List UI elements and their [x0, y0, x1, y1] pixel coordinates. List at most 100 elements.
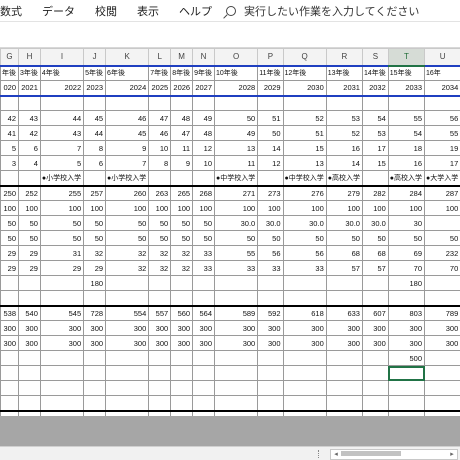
cell[interactable]: 5年後 — [83, 64, 107, 81]
cell[interactable]: 16 — [387, 155, 426, 171]
cell[interactable]: 48 — [170, 110, 194, 126]
cell[interactable]: 54 — [387, 125, 426, 141]
cell[interactable] — [170, 380, 194, 396]
cell[interactable]: 5 — [39, 155, 85, 171]
cell[interactable] — [105, 350, 150, 366]
cell[interactable] — [387, 365, 426, 381]
column-header[interactable]: N — [192, 48, 215, 66]
cell[interactable]: 260 — [105, 184, 150, 201]
cell[interactable]: 14 — [325, 155, 363, 171]
cell[interactable]: ●中学校入学 — [282, 170, 327, 186]
horizontal-scrollbar[interactable]: ◂ ▸ — [330, 449, 458, 460]
cell[interactable] — [39, 380, 85, 396]
cell[interactable]: 17 — [424, 155, 460, 171]
cell[interactable]: 47 — [148, 110, 172, 126]
cell[interactable]: 607 — [361, 305, 389, 321]
tab-split-handle[interactable] — [318, 450, 321, 458]
cell[interactable]: 100 — [83, 200, 107, 216]
cell[interactable]: 250 — [0, 184, 19, 201]
cell[interactable] — [325, 380, 363, 396]
cell[interactable] — [282, 350, 327, 366]
cell[interactable] — [282, 95, 327, 111]
cell[interactable]: 232 — [424, 245, 460, 261]
cell[interactable]: 300 — [83, 320, 107, 336]
cell[interactable]: 265 — [170, 184, 194, 201]
cell[interactable] — [213, 365, 259, 381]
column-header[interactable]: P — [257, 48, 284, 66]
cell[interactable]: ●小学校入学 — [39, 170, 85, 186]
cell[interactable] — [213, 380, 259, 396]
tell-me-search[interactable]: 実行したい作業を入力してください — [226, 3, 419, 19]
cell[interactable]: 68 — [361, 245, 389, 261]
tab-data[interactable]: データ — [32, 3, 85, 19]
cell[interactable]: 51 — [257, 110, 284, 126]
cell[interactable] — [361, 275, 389, 291]
cell[interactable]: 538 — [0, 305, 19, 321]
cell[interactable] — [0, 365, 19, 381]
cell[interactable]: 300 — [39, 335, 85, 351]
cell[interactable]: 29 — [39, 260, 85, 276]
cell[interactable]: 300 — [387, 335, 426, 351]
cell[interactable] — [424, 380, 460, 396]
cell[interactable]: 14年後 — [361, 64, 389, 81]
cell[interactable] — [257, 365, 284, 381]
cell[interactable]: 6 — [83, 155, 107, 171]
cell[interactable]: 271 — [213, 184, 259, 201]
cell[interactable]: 41 — [0, 125, 19, 141]
cell[interactable]: 279 — [325, 184, 363, 201]
cell[interactable]: 32 — [83, 245, 107, 261]
cell[interactable] — [213, 395, 259, 412]
cell[interactable] — [148, 95, 172, 111]
cell[interactable]: 16年 — [424, 64, 460, 81]
cell[interactable]: 2025 — [148, 80, 172, 97]
cell[interactable] — [257, 350, 284, 366]
cell[interactable]: 46 — [105, 110, 150, 126]
cell[interactable] — [170, 275, 194, 291]
cell[interactable] — [387, 290, 426, 307]
cell[interactable]: 100 — [361, 200, 389, 216]
column-header[interactable]: M — [170, 48, 194, 66]
cell[interactable] — [257, 275, 284, 291]
cell[interactable]: 255 — [39, 184, 85, 201]
cell[interactable]: 2026 — [170, 80, 194, 97]
cell[interactable]: 30 — [387, 215, 426, 231]
cell[interactable]: 57 — [325, 260, 363, 276]
column-header[interactable]: G — [0, 48, 19, 66]
cell[interactable]: 15 — [282, 140, 327, 156]
cell[interactable]: 50 — [0, 230, 19, 246]
cell[interactable]: 7年後 — [148, 64, 172, 81]
cell[interactable]: 3年後 — [18, 64, 41, 81]
cell[interactable]: 6年後 — [105, 64, 150, 81]
cell[interactable]: 4年後 — [39, 64, 85, 81]
cell[interactable]: 29 — [18, 260, 41, 276]
column-header[interactable]: T — [387, 48, 426, 67]
cell[interactable]: 50 — [170, 215, 194, 231]
cell[interactable]: 29 — [83, 260, 107, 276]
cell[interactable]: 300 — [325, 320, 363, 336]
cell[interactable] — [282, 395, 327, 412]
cell[interactable] — [105, 290, 150, 307]
cell[interactable]: 300 — [424, 320, 460, 336]
cell[interactable]: 50 — [424, 230, 460, 246]
cell[interactable]: 100 — [192, 200, 215, 216]
cell[interactable] — [105, 275, 150, 291]
cell[interactable]: 49 — [213, 125, 259, 141]
cell[interactable]: 7 — [39, 140, 85, 156]
cell[interactable] — [148, 290, 172, 307]
cell[interactable]: 2031 — [325, 80, 363, 97]
cell[interactable]: 18 — [387, 140, 426, 156]
cell[interactable]: 44 — [39, 110, 85, 126]
tab-view[interactable]: 表示 — [127, 3, 169, 19]
cell[interactable] — [257, 170, 284, 186]
cell[interactable]: 2030 — [282, 80, 327, 97]
cell[interactable] — [361, 350, 389, 366]
cell[interactable] — [282, 380, 327, 396]
cell[interactable]: 50 — [213, 110, 259, 126]
cell[interactable] — [192, 380, 215, 396]
cell[interactable] — [0, 170, 19, 186]
cell[interactable] — [387, 95, 426, 111]
cell[interactable]: 2029 — [257, 80, 284, 97]
column-header[interactable]: L — [148, 48, 172, 66]
cell[interactable]: 49 — [192, 110, 215, 126]
cell[interactable] — [170, 395, 194, 412]
